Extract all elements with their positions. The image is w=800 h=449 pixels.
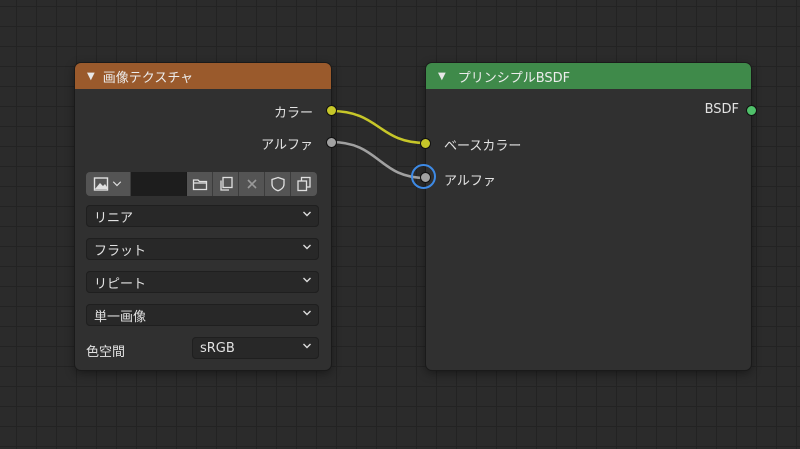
color-space-value: sRGB	[200, 340, 235, 356]
unlink-image-button[interactable]	[239, 172, 265, 196]
collapse-triangle-icon[interactable]: ▼	[87, 71, 95, 82]
duplicate-image-button[interactable]	[213, 172, 239, 196]
output-socket-color[interactable]	[326, 105, 337, 116]
source-dropdown[interactable]: 単一画像	[86, 304, 319, 326]
node-title: 画像テクスチャ	[102, 70, 194, 86]
output-label-bsdf: BSDF	[704, 102, 739, 117]
interpolation-dropdown[interactable]: リニア	[86, 205, 319, 227]
chevron-down-icon	[303, 277, 311, 283]
color-space-dropdown[interactable]: sRGB	[192, 337, 319, 359]
output-socket-bsdf[interactable]	[746, 105, 757, 116]
principled-bsdf-node[interactable]: ▼ プリンシプルBSDF BSDF ベースカラー アルファ	[411, 63, 757, 370]
interpolation-value: リニア	[94, 210, 134, 226]
image-texture-node-header[interactable]: ▼ 画像テクスチャ	[75, 63, 331, 89]
chevron-down-icon	[303, 343, 311, 349]
folder-icon	[192, 179, 207, 191]
chevron-down-icon	[112, 181, 122, 187]
image-texture-node[interactable]: ▼ 画像テクスチャ カラー アルファ リニア フラット リピート 単一画像 色空…	[75, 63, 337, 370]
duplicate-icon	[219, 176, 233, 191]
collapse-triangle-icon[interactable]: ▼	[438, 71, 446, 82]
copy-icon	[297, 176, 311, 192]
chevron-down-icon	[303, 244, 311, 250]
open-image-button[interactable]	[187, 172, 213, 196]
output-label-color: カラー	[273, 106, 313, 121]
projection-dropdown[interactable]: フラット	[86, 238, 319, 260]
fake-user-icon	[270, 176, 285, 192]
source-value: 単一画像	[94, 309, 147, 325]
link-color-to-basecolor[interactable]	[330, 109, 427, 145]
output-label-alpha: アルファ	[261, 138, 313, 153]
node-title: プリンシプルBSDF	[457, 70, 571, 86]
input-socket-alpha[interactable]	[420, 172, 431, 183]
chevron-down-icon	[303, 310, 311, 316]
output-socket-alpha[interactable]	[326, 137, 337, 148]
input-label-basecolor: ベースカラー	[444, 139, 522, 154]
color-space-label: 色空間	[86, 345, 126, 360]
input-socket-basecolor[interactable]	[420, 138, 431, 149]
extension-dropdown[interactable]: リピート	[86, 271, 319, 293]
chevron-down-icon	[303, 211, 311, 217]
unlink-icon	[246, 179, 257, 189]
input-label-alpha: アルファ	[444, 174, 496, 189]
extension-value: リピート	[94, 276, 147, 292]
image-type-icon	[93, 177, 109, 191]
image-name-field[interactable]	[131, 172, 187, 196]
fake-user-button[interactable]	[265, 172, 291, 196]
copy-image-button[interactable]	[291, 172, 317, 196]
principled-bsdf-node-header[interactable]: ▼ プリンシプルBSDF	[426, 63, 751, 89]
image-datablock-toolbar	[86, 172, 317, 196]
projection-value: フラット	[94, 243, 147, 259]
image-type-button[interactable]	[86, 172, 131, 196]
